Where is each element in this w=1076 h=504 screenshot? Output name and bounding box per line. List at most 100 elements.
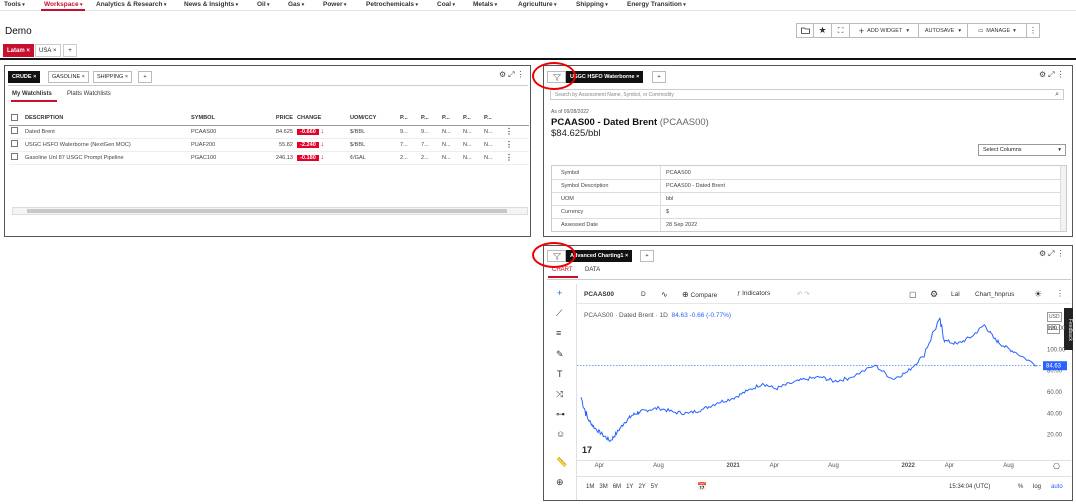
col-symbol[interactable]: SYMBOL <box>189 112 247 126</box>
nav-item-power[interactable]: Power ▾ <box>323 1 346 8</box>
range-6m[interactable]: 6M <box>613 484 621 490</box>
range-1y[interactable]: 1Y <box>626 484 633 490</box>
emoji-tool-icon[interactable]: ☺ <box>556 429 565 439</box>
row-checkbox[interactable] <box>11 153 18 160</box>
add-tab-button[interactable]: + <box>138 71 152 83</box>
nav-item-energy-transition[interactable]: Energy Transition ▾ <box>627 1 686 8</box>
col-p5[interactable]: P... <box>482 112 503 126</box>
pattern-tool-icon[interactable]: ⤨ <box>556 389 563 400</box>
folder-open-icon[interactable] <box>796 23 814 38</box>
col-p4[interactable]: P... <box>461 112 482 126</box>
auto-scale-icon[interactable]: ⎔ <box>1053 462 1060 471</box>
fullscreen-icon[interactable]: ▢ <box>909 290 917 299</box>
percent-toggle[interactable]: % <box>1018 484 1023 490</box>
subtab-data[interactable]: DATA <box>585 267 600 273</box>
row-menu-icon[interactable]: ⋮ <box>503 138 529 152</box>
select-columns-dropdown[interactable]: Select Columns ▾ <box>978 144 1066 156</box>
row-checkbox[interactable] <box>11 127 18 134</box>
nav-item-analytics-research[interactable]: Analytics & Research ▾ <box>96 1 166 8</box>
row-menu-icon[interactable]: ⋮ <box>503 151 529 165</box>
ruler-tool-icon[interactable]: 📏 <box>556 457 567 468</box>
nav-item-oil[interactable]: Oil ▾ <box>257 1 270 8</box>
add-tab-button[interactable]: + <box>640 250 654 262</box>
col-p3[interactable]: P... <box>440 112 461 126</box>
date-range-icon[interactable]: 📅 <box>697 482 707 491</box>
nav-item-metals[interactable]: Metals ▾ <box>473 1 497 8</box>
select-all-checkbox[interactable] <box>11 113 18 121</box>
table-row[interactable]: Gasoline Unl 87 USGC Prompt Pipeline PGA… <box>9 151 529 165</box>
price-chart[interactable]: 20.0040.0060.0080.00100.00120.00 84.63 1… <box>577 306 1072 460</box>
add-widget-button[interactable]: + ADD WIDGET ▾ <box>849 23 919 38</box>
tab-crude[interactable]: CRUDE × <box>8 71 41 83</box>
col-description[interactable]: DESCRIPTION <box>23 112 189 126</box>
expand-icon[interactable]: ⤢ <box>508 70 516 79</box>
expand-icon[interactable]: ⤢ <box>1048 70 1056 79</box>
utc-clock[interactable]: 15:34:04 (UTC) <box>949 484 990 490</box>
symbol-search[interactable]: PCAAS00 <box>584 291 614 298</box>
zoom-tool-icon[interactable]: ⊕ <box>556 477 564 488</box>
col-p2[interactable]: P... <box>419 112 440 126</box>
nav-item-workspace[interactable]: Workspace ▾ <box>44 1 82 8</box>
fullscreen-icon[interactable]: ⛶ <box>831 23 850 38</box>
table-row[interactable]: Dated Brent PCAAS00 84.625 -0.660 ↓ $/BB… <box>9 125 529 139</box>
nav-item-tools[interactable]: Tools ▾ <box>4 1 25 8</box>
range-3m[interactable]: 3M <box>599 484 607 490</box>
manage-button[interactable]: ▭ MANAGE ▾ <box>967 23 1027 38</box>
nav-item-gas[interactable]: Gas ▾ <box>288 1 304 8</box>
gear-icon[interactable]: ⚙ <box>1039 70 1048 79</box>
row-checkbox[interactable] <box>11 140 18 147</box>
add-tab-button[interactable]: + <box>652 71 666 83</box>
trend-line-tool-icon[interactable]: ⟋ <box>556 308 562 319</box>
auto-toggle[interactable]: auto <box>1051 484 1063 490</box>
subtab-platts-watchlists[interactable]: Platts Watchlists <box>67 91 111 97</box>
add-ws-tab-button[interactable]: + <box>63 44 77 57</box>
more-options-icon[interactable]: ⋮ <box>1057 70 1067 79</box>
gear-icon[interactable]: ⚙ <box>1039 249 1048 258</box>
nav-item-shipping[interactable]: Shipping ▾ <box>576 1 608 8</box>
nav-item-petrochemicals[interactable]: Petrochemicals ▾ <box>366 1 418 8</box>
fib-tool-icon[interactable]: ≡ <box>556 328 561 338</box>
layout-name[interactable]: Chart_hnprus <box>975 291 1014 298</box>
indicators-button[interactable]: ƒ Indicators <box>737 290 770 297</box>
col-change[interactable]: CHANGE <box>295 112 348 126</box>
vertical-scrollbar[interactable] <box>1060 166 1066 231</box>
brush-tool-icon[interactable]: ✎ <box>556 349 564 360</box>
tab-usgc-hsfo[interactable]: USGC HSFO Waterborne × <box>566 71 644 83</box>
horizontal-scrollbar[interactable] <box>12 207 528 215</box>
nav-item-coal[interactable]: Coal ▾ <box>437 1 455 8</box>
col-price[interactable]: PRICE <box>247 112 295 126</box>
table-row[interactable]: USGC HSFO Waterborne (NextGen MOC) PUAF2… <box>9 138 529 152</box>
gear-icon[interactable]: ⚙ <box>499 70 508 79</box>
tab-gasoline[interactable]: GASOLINE × <box>48 71 89 83</box>
favorite-star-icon[interactable]: ★ <box>813 23 832 38</box>
expand-icon[interactable]: ⤢ <box>1048 249 1056 258</box>
theme-icon[interactable]: ☀ <box>1034 289 1042 300</box>
range-1m[interactable]: 1M <box>586 484 594 490</box>
nav-item-news-insights[interactable]: News & Insights ▾ <box>184 1 238 8</box>
more-options-icon[interactable]: ⋮ <box>1026 23 1040 38</box>
row-menu-icon[interactable]: ⋮ <box>503 125 529 139</box>
ws-tab-usa[interactable]: USA × <box>35 44 61 57</box>
nav-item-agriculture[interactable]: Agriculture ▾ <box>518 1 557 8</box>
col-uom[interactable]: UOM/CCY <box>348 112 398 126</box>
more-options-icon[interactable]: ⋮ <box>517 70 527 79</box>
search-input[interactable]: Search by Assessment Name, Symbol, or Co… <box>550 89 1064 100</box>
subtab-my-watchlists[interactable]: My Watchlists <box>12 91 52 97</box>
log-toggle[interactable]: log <box>1033 484 1041 490</box>
ws-tab-latam[interactable]: Latam × <box>3 44 34 57</box>
tab-shipping[interactable]: SHIPPING × <box>93 71 133 83</box>
undo-redo-icons[interactable]: ↶ ↷ <box>797 290 810 298</box>
snapshot-icon[interactable]: Lal <box>951 291 960 298</box>
autosave-button[interactable]: AUTOSAVE ▾ <box>918 23 968 38</box>
col-p1[interactable]: P... <box>398 112 419 126</box>
text-tool-icon[interactable]: T <box>557 369 563 379</box>
search-icon[interactable]: ⌕ <box>1055 91 1059 99</box>
range-2y[interactable]: 2Y <box>638 484 645 490</box>
crosshair-tool-icon[interactable]: + <box>557 288 562 298</box>
settings-icon[interactable]: ⚙ <box>930 289 938 300</box>
range-5y[interactable]: 5Y <box>651 484 658 490</box>
compare-button[interactable]: ⊕ Compare <box>682 290 717 299</box>
more-options-icon[interactable]: ⋮ <box>1056 289 1064 298</box>
chart-style-icon[interactable]: ∿ <box>661 290 668 299</box>
prediction-tool-icon[interactable]: ⊶ <box>556 409 565 420</box>
